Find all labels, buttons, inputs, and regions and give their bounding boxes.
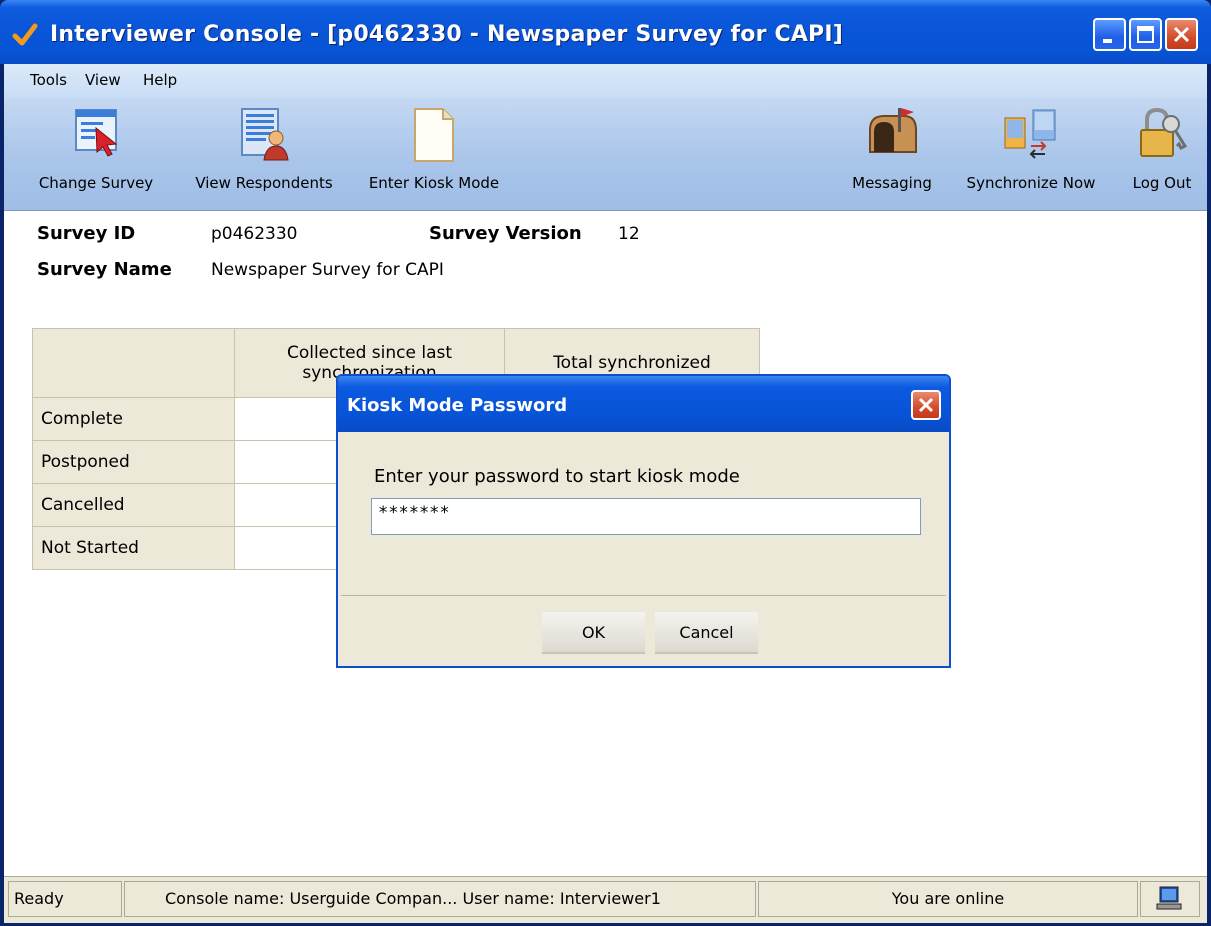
dialog-prompt: Enter your password to start kiosk mode <box>374 466 740 487</box>
survey-version-label: Survey Version <box>429 223 582 244</box>
messaging-label: Messaging <box>852 174 932 192</box>
status-bar: Ready Console name: Userguide Compan... … <box>4 876 1207 923</box>
respondents-list-icon <box>241 108 289 161</box>
messaging-button[interactable]: Messaging <box>842 102 942 202</box>
minimize-button[interactable] <box>1093 18 1126 51</box>
survey-id-value: p0462330 <box>211 224 298 244</box>
dialog-footer: OK Cancel <box>341 595 946 663</box>
ok-button[interactable]: OK <box>542 612 645 654</box>
status-console-info: Console name: Userguide Compan... User n… <box>124 881 756 917</box>
change-survey-button[interactable]: Change Survey <box>26 102 166 202</box>
row-label-complete: Complete <box>32 397 235 441</box>
title-bar[interactable]: Interviewer Console - [p0462330 - Newspa… <box>0 0 1211 64</box>
checkmark-icon <box>12 23 38 46</box>
network-status-icon <box>1140 881 1200 917</box>
row-label-cancelled: Cancelled <box>32 483 235 527</box>
menu-bar: Tools View Help <box>4 64 1207 98</box>
enter-kiosk-mode-label: Enter Kiosk Mode <box>368 174 500 192</box>
mailbox-icon <box>869 108 917 153</box>
dialog-title: Kiosk Mode Password <box>347 395 568 416</box>
table-corner-cell <box>32 328 235 398</box>
password-input[interactable]: ******* <box>371 498 921 535</box>
maximize-button[interactable] <box>1129 18 1162 51</box>
minimize-icon <box>1103 39 1112 43</box>
close-icon <box>918 397 934 413</box>
survey-version-value: 12 <box>618 224 640 244</box>
row-label-postponed: Postponed <box>32 440 235 484</box>
log-out-label: Log Out <box>1132 174 1192 192</box>
synchronize-computers-icon <box>1004 109 1056 159</box>
change-survey-label: Change Survey <box>38 174 154 192</box>
maximize-icon <box>1137 26 1154 43</box>
cancel-button[interactable]: Cancel <box>655 612 758 654</box>
menu-view[interactable]: View <box>85 71 121 89</box>
status-online: You are online <box>758 881 1138 917</box>
enter-kiosk-mode-button[interactable]: Enter Kiosk Mode <box>359 102 509 202</box>
blank-page-icon <box>414 108 454 162</box>
survey-name-value: Newspaper Survey for CAPI <box>211 260 444 280</box>
log-out-button[interactable]: Log Out <box>1122 102 1202 202</box>
close-icon <box>1173 26 1190 43</box>
view-respondents-button[interactable]: View Respondents <box>181 102 347 202</box>
toolbar: Change Survey View Respondents Enter Kio… <box>4 98 1207 211</box>
dialog-close-button[interactable] <box>911 390 941 420</box>
synchronize-now-label: Synchronize Now <box>966 174 1096 192</box>
view-respondents-label: View Respondents <box>195 174 333 192</box>
menu-help[interactable]: Help <box>143 71 177 89</box>
dialog-title-bar[interactable]: Kiosk Mode Password <box>338 376 949 432</box>
status-ready: Ready <box>8 881 122 917</box>
survey-name-label: Survey Name <box>37 259 172 280</box>
window-title: Interviewer Console - [p0462330 - Newspa… <box>50 22 844 47</box>
padlock-key-icon <box>1140 107 1188 157</box>
row-label-not-started: Not Started <box>32 526 235 570</box>
kiosk-password-dialog: Kiosk Mode Password Enter your password … <box>336 374 951 668</box>
survey-id-label: Survey ID <box>37 223 136 244</box>
app-window: Interviewer Console - [p0462330 - Newspa… <box>0 0 1211 926</box>
menu-tools[interactable]: Tools <box>30 71 67 89</box>
close-button[interactable] <box>1165 18 1198 51</box>
survey-pointer-icon <box>75 109 118 157</box>
synchronize-now-button[interactable]: Synchronize Now <box>952 102 1110 202</box>
